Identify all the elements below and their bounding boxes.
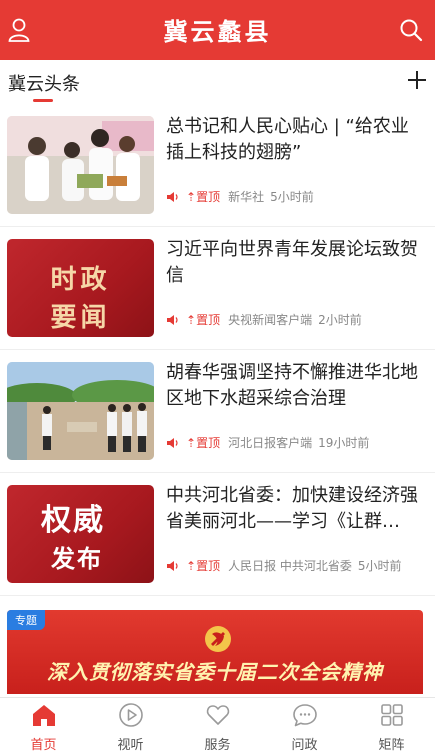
tab-label: 视听 bbox=[117, 738, 144, 753]
news-headline[interactable]: 习近平向世界青年发展论坛致贺信 bbox=[166, 237, 422, 291]
news-thumbnail-authority: 权威 发布 bbox=[7, 485, 154, 583]
news-source: 央视新闻客户端 bbox=[228, 313, 313, 327]
app-title: 冀云蠡县 bbox=[163, 18, 272, 46]
search-icon[interactable] bbox=[399, 18, 423, 42]
news-meta: ⇡置顶 河北日报客户端 19小时前 bbox=[166, 434, 369, 451]
tab-home[interactable]: 首页 bbox=[0, 698, 87, 755]
news-time: 5小时前 bbox=[270, 190, 314, 204]
banner-title: 深入贯彻落实省委十届二次全会精神 bbox=[47, 660, 383, 684]
speaker-icon[interactable] bbox=[166, 437, 180, 449]
tab-av[interactable]: 视听 bbox=[87, 698, 174, 755]
thumb-text-line2: 要闻 bbox=[50, 303, 111, 333]
news-item[interactable]: 总书记和人民心贴心 | “给农业插上科技的翅膀” ⇡置顶 新华社 5小时前 bbox=[0, 104, 435, 227]
news-headline[interactable]: 中共河北省委：加快建设经济强省美丽河北——学习《让群… bbox=[166, 483, 422, 537]
news-time: 19小时前 bbox=[318, 436, 370, 450]
special-topic-banner[interactable]: 专题 深入贯彻落实省委十届二次全会精神 bbox=[7, 610, 423, 694]
pin-badge: ⇡置顶 bbox=[186, 190, 221, 204]
thumb-text-line1: 权威 bbox=[41, 503, 105, 538]
news-time: 2小时前 bbox=[318, 313, 362, 327]
bottom-tab-bar: 首页 视听 服务 问政 矩阵 bbox=[0, 697, 435, 755]
speaker-icon[interactable] bbox=[166, 314, 180, 326]
top-header: 冀云蠡县 bbox=[0, 0, 435, 60]
news-source: 人民日报 中共河北省委 bbox=[228, 559, 352, 573]
news-meta: ⇡置顶 人民日报 中共河北省委 5小时前 bbox=[166, 557, 402, 574]
tab-service[interactable]: 服务 bbox=[174, 698, 261, 755]
news-meta: ⇡置顶 央视新闻客户端 2小时前 bbox=[166, 311, 362, 328]
thumb-text-line1: 时政 bbox=[50, 265, 111, 295]
news-item[interactable]: 权威 发布 中共河北省委：加快建设经济强省美丽河北——学习《让群… ⇡置顶 人民… bbox=[0, 473, 435, 596]
play-icon bbox=[118, 703, 143, 727]
party-emblem-icon bbox=[205, 626, 231, 652]
tab-label: 矩阵 bbox=[378, 738, 405, 753]
news-meta: ⇡置顶 新华社 5小时前 bbox=[166, 188, 314, 205]
news-source: 新华社 bbox=[228, 190, 265, 204]
speaker-icon[interactable] bbox=[166, 560, 180, 572]
news-thumbnail-lab bbox=[7, 116, 154, 214]
news-time: 5小时前 bbox=[357, 559, 402, 573]
tab-label: 问政 bbox=[291, 738, 318, 753]
news-headline[interactable]: 总书记和人民心贴心 | “给农业插上科技的翅膀” bbox=[166, 114, 422, 168]
pin-badge: ⇡置顶 bbox=[186, 559, 221, 573]
home-icon bbox=[32, 705, 55, 726]
plus-icon[interactable] bbox=[405, 68, 429, 92]
chat-icon bbox=[292, 704, 317, 727]
tab-label: 首页 bbox=[30, 738, 57, 753]
section-tab-headlines[interactable]: 冀云头条 bbox=[8, 70, 80, 96]
news-item[interactable]: 胡春华强调坚持不懈推进华北地区地下水超采综合治理 ⇡置顶 河北日报客户端 19小… bbox=[0, 350, 435, 473]
topic-tag: 专题 bbox=[7, 610, 45, 630]
news-headline[interactable]: 胡春华强调坚持不懈推进华北地区地下水超采综合治理 bbox=[166, 360, 422, 414]
pin-badge: ⇡置顶 bbox=[186, 313, 221, 327]
news-source: 河北日报客户端 bbox=[228, 436, 313, 450]
grid-icon bbox=[380, 704, 403, 726]
pin-badge: ⇡置顶 bbox=[186, 436, 221, 450]
news-thumbnail-outdoor bbox=[7, 362, 154, 460]
news-thumbnail-politics: 时政 要闻 bbox=[7, 239, 154, 337]
tab-matrix[interactable]: 矩阵 bbox=[348, 698, 435, 755]
tab-label: 服务 bbox=[204, 738, 231, 753]
tab-inquiry[interactable]: 问政 bbox=[261, 698, 348, 755]
news-item[interactable]: 时政 要闻 习近平向世界青年发展论坛致贺信 ⇡置顶 央视新闻客户端 2小时前 bbox=[0, 227, 435, 350]
speaker-icon[interactable] bbox=[166, 191, 180, 203]
section-bar: 冀云头条 bbox=[0, 60, 435, 104]
heart-icon bbox=[206, 705, 229, 725]
section-tab-indicator bbox=[33, 99, 53, 102]
thumb-text-line2: 发布 bbox=[51, 544, 103, 573]
